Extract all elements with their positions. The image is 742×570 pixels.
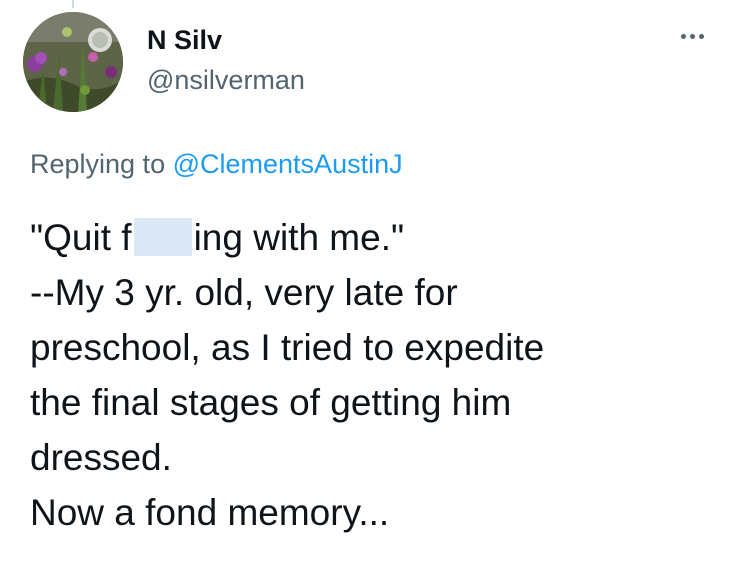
- tweet-line: the final stages of getting him: [30, 382, 512, 423]
- author-handle[interactable]: @nsilverman: [147, 62, 305, 98]
- tweet-line-part: ing with me.": [193, 217, 405, 258]
- tweet-line: Now a fond memory...: [30, 492, 390, 533]
- tweet-line: preschool, as I tried to expedite: [30, 327, 545, 368]
- reply-context-prefix: Replying to: [30, 149, 166, 179]
- more-dot: [680, 33, 686, 39]
- author-display-name[interactable]: N Silv: [147, 22, 222, 58]
- redaction-block: [133, 218, 192, 256]
- tweet-line-part: "Quit f: [30, 217, 132, 258]
- more-dot: [689, 33, 695, 39]
- tweet-line: dressed.: [30, 437, 172, 478]
- more-horizontal-icon[interactable]: [670, 22, 714, 50]
- avatar[interactable]: [23, 12, 123, 112]
- tweet-text: "Quit f ing with me." --My 3 yr. old, ver…: [30, 210, 730, 540]
- tweet-line: --My 3 yr. old, very late for: [30, 272, 458, 313]
- thread-connector-line: [72, 0, 74, 8]
- garden-flowers-avatar-icon: [23, 12, 123, 112]
- more-dot: [698, 33, 704, 39]
- reply-mention-link[interactable]: @ClementsAustinJ: [173, 149, 403, 179]
- reply-context: Replying to @ClementsAustinJ: [30, 146, 403, 182]
- tweet-line: "Quit f ing with me.": [30, 210, 730, 265]
